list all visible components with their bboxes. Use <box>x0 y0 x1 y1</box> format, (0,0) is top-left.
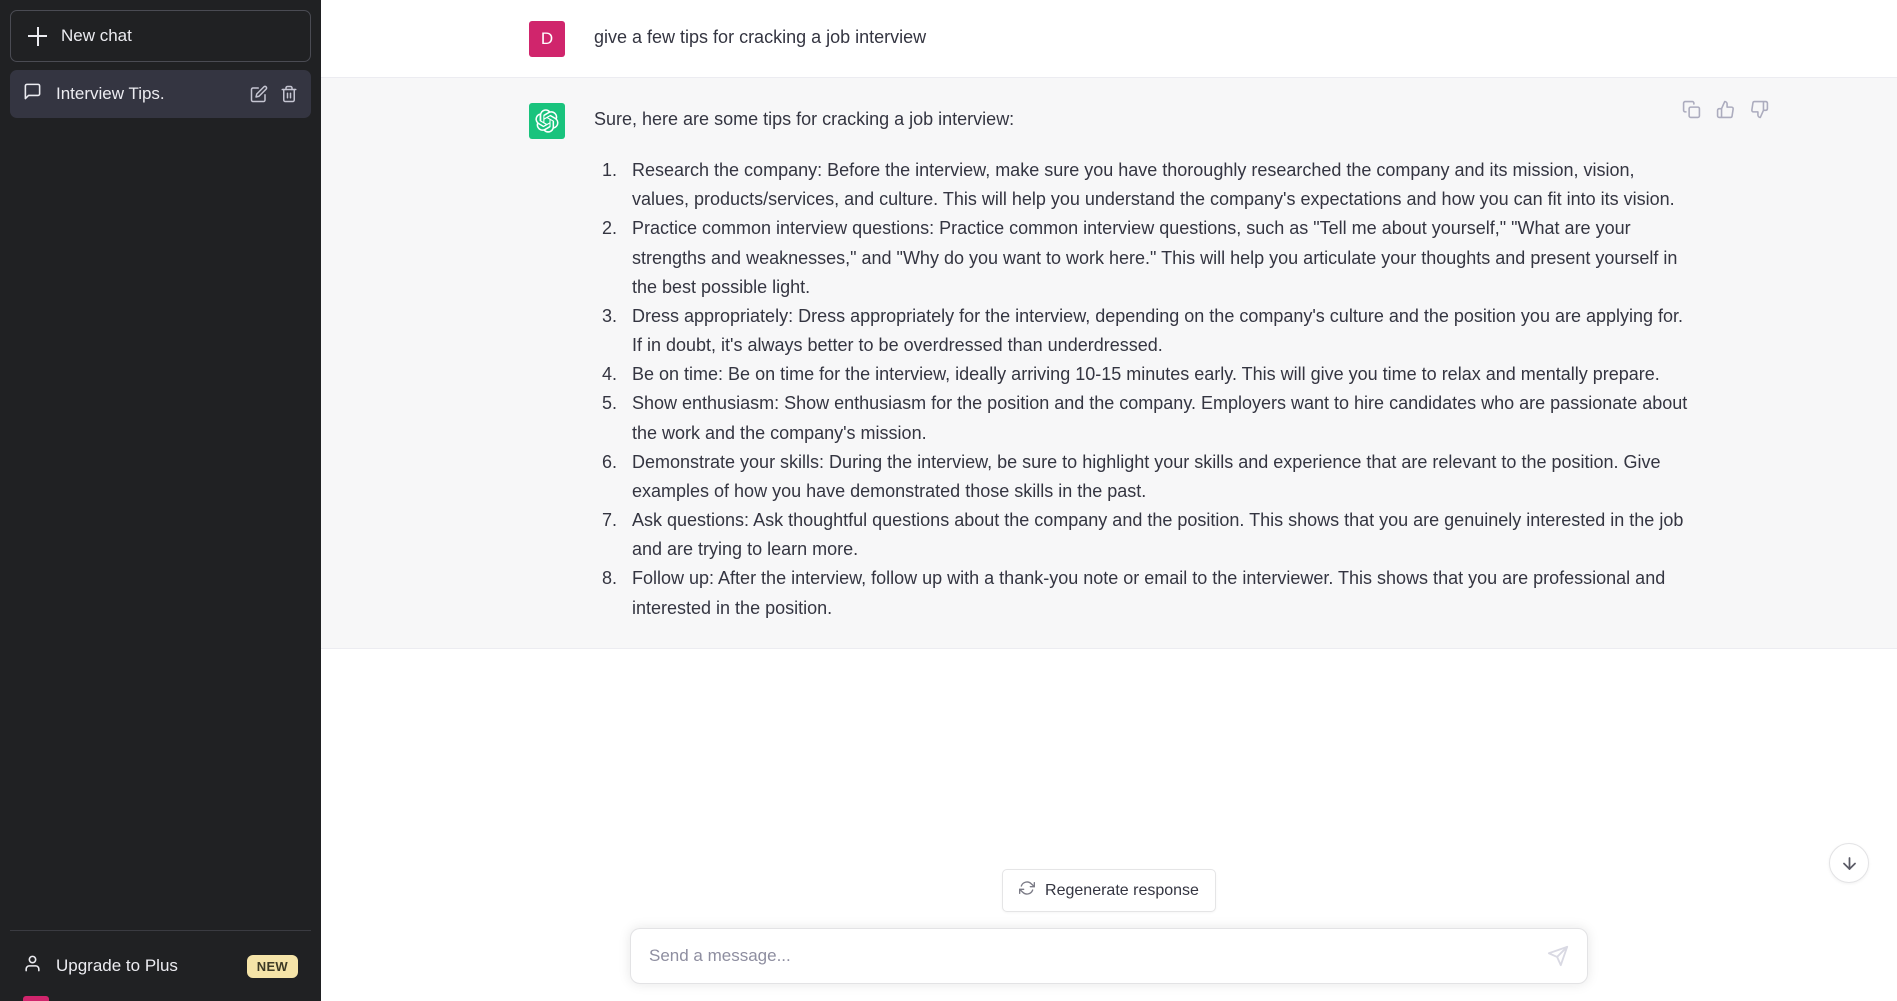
scroll-to-bottom-button[interactable] <box>1829 843 1869 883</box>
upgrade-label: Upgrade to Plus <box>56 956 233 976</box>
user-message-text: give a few tips for cracking a job inter… <box>594 23 1689 52</box>
copy-icon[interactable] <box>1682 100 1701 119</box>
user-avatar: D <box>529 21 565 57</box>
message-thread: D give a few tips for cracking a job int… <box>321 0 1897 1001</box>
regenerate-response-button[interactable]: Regenerate response <box>1002 869 1216 912</box>
list-item: Dress appropriately: Dress appropriately… <box>622 302 1689 360</box>
sidebar: New chat Interview Tips. <box>0 0 321 1001</box>
sidebar-footer: Upgrade to Plus NEW <box>10 930 311 991</box>
thumbs-down-icon[interactable] <box>1750 100 1769 119</box>
tips-list: Research the company: Before the intervi… <box>594 156 1689 623</box>
message-action-bar <box>1682 100 1769 119</box>
list-item: Research the company: Before the intervi… <box>622 156 1689 214</box>
chat-main: D give a few tips for cracking a job int… <box>321 0 1897 1001</box>
refresh-icon <box>1019 880 1035 901</box>
user-icon <box>23 954 42 978</box>
assistant-message-body: Sure, here are some tips for cracking a … <box>594 103 1689 623</box>
composer-area: Regenerate response <box>321 869 1897 1001</box>
conversation-title: Interview Tips. <box>56 84 236 104</box>
conversation-list: Interview Tips. <box>10 70 311 118</box>
new-chat-button[interactable]: New chat <box>10 10 311 62</box>
composer-row <box>321 928 1897 984</box>
conversation-item-interview-tips[interactable]: Interview Tips. <box>10 70 311 118</box>
thumbs-up-icon[interactable] <box>1716 100 1735 119</box>
new-badge: NEW <box>247 955 298 978</box>
plus-icon <box>28 27 47 46</box>
account-avatar-partial[interactable] <box>23 996 49 1001</box>
list-item: Follow up: After the interview, follow u… <box>622 564 1689 622</box>
regenerate-label: Regenerate response <box>1045 882 1199 900</box>
delete-icon[interactable] <box>280 85 298 103</box>
message-input[interactable] <box>649 929 1547 983</box>
send-icon[interactable] <box>1547 945 1569 967</box>
list-item: Demonstrate your skills: During the inte… <box>622 448 1689 506</box>
assistant-message: Sure, here are some tips for cracking a … <box>321 77 1897 649</box>
sidebar-spacer <box>10 118 311 930</box>
chatgpt-app: New chat Interview Tips. <box>0 0 1897 1001</box>
edit-icon[interactable] <box>250 85 268 103</box>
list-item: Practice common interview questions: Pra… <box>622 214 1689 301</box>
list-item: Show enthusiasm: Show enthusiasm for the… <box>622 389 1689 447</box>
user-message: D give a few tips for cracking a job int… <box>321 0 1897 77</box>
chat-bubble-icon <box>23 82 42 106</box>
upgrade-to-plus-button[interactable]: Upgrade to Plus NEW <box>10 941 311 991</box>
composer-box[interactable] <box>630 928 1588 984</box>
new-chat-label: New chat <box>61 26 132 46</box>
list-item: Ask questions: Ask thoughtful questions … <box>622 506 1689 564</box>
list-item: Be on time: Be on time for the interview… <box>622 360 1689 389</box>
regenerate-row: Regenerate response <box>321 869 1897 912</box>
assistant-avatar <box>529 103 565 139</box>
user-message-body: give a few tips for cracking a job inter… <box>594 21 1689 57</box>
assistant-intro-text: Sure, here are some tips for cracking a … <box>594 105 1689 134</box>
conversation-actions <box>250 85 298 103</box>
